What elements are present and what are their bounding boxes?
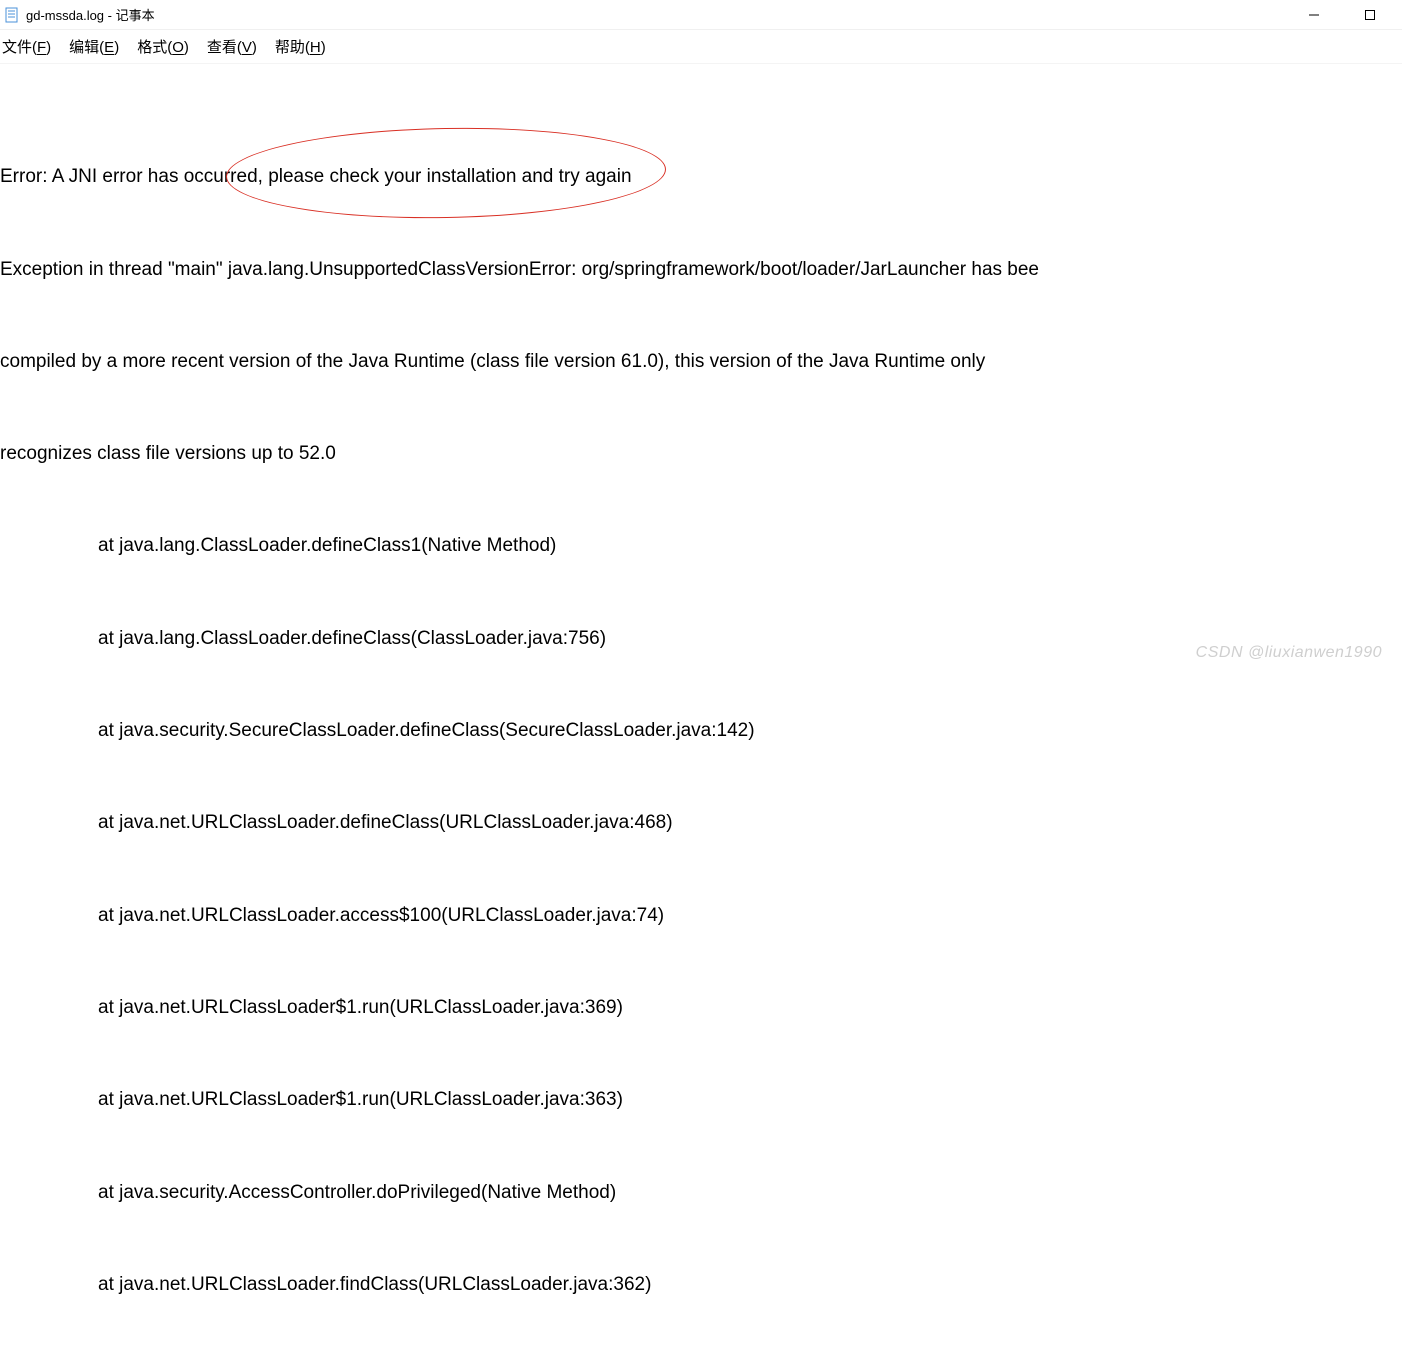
log-line: Exception in thread "main" java.lang.Uns… [0,255,1402,286]
stack-line: at java.net.URLClassLoader.defineClass(U… [0,808,1402,839]
stack-line: at java.security.AccessController.doPriv… [0,1178,1402,1209]
menubar: 文件(F) 编辑(E) 格式(O) 查看(V) 帮助(H) [0,30,1402,64]
stack-line: at java.security.SecureClassLoader.defin… [0,716,1402,747]
stack-line: at java.net.URLClassLoader.access$100(UR… [0,901,1402,932]
menu-help[interactable]: 帮助(H) [273,34,328,59]
titlebar-left: gd-mssda.log - 记事本 [4,5,155,24]
stack-line: at java.lang.ClassLoader.defineClass1(Na… [0,531,1402,562]
window-titlebar: gd-mssda.log - 记事本 [0,0,1402,30]
watermark: CSDN @liuxianwen1990 [1196,644,1382,662]
stack-line: at java.lang.ClassLoader.defineClass(Cla… [0,624,1402,655]
menu-format[interactable]: 格式(O) [135,34,191,59]
maximize-button[interactable] [1356,5,1384,25]
menu-file[interactable]: 文件(F) [0,34,53,59]
notepad-icon [4,7,20,23]
log-line: recognizes class file versions up to 52.… [0,439,1402,470]
stack-line: at java.net.URLClassLoader$1.run(URLClas… [0,993,1402,1024]
minimize-button[interactable] [1300,5,1328,25]
menu-edit[interactable]: 编辑(E) [67,34,121,59]
stack-line: at java.net.URLClassLoader$1.run(URLClas… [0,1085,1402,1116]
window-title: gd-mssda.log - 记事本 [26,5,155,24]
menu-view[interactable]: 查看(V) [205,34,259,59]
log-line: Error: A JNI error has occurred, please … [0,162,1402,193]
window-controls [1300,5,1402,25]
log-line: compiled by a more recent version of the… [0,347,1402,378]
text-content-area[interactable]: Error: A JNI error has occurred, please … [0,64,1402,1360]
stack-line: at java.net.URLClassLoader.findClass(URL… [0,1270,1402,1301]
